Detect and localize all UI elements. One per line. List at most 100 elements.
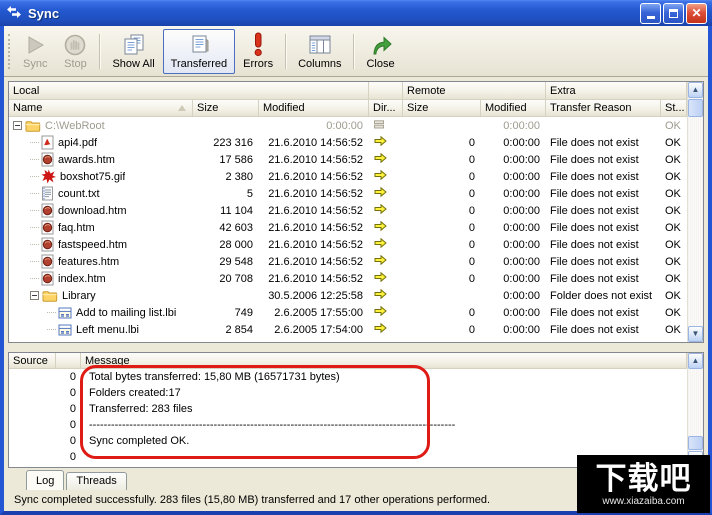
- file-name-label: C:\WebRoot: [45, 120, 105, 132]
- column-header-remote-size[interactable]: Size: [403, 100, 481, 117]
- dir-cell: [369, 220, 403, 235]
- log-row[interactable]: 0Sync completed OK.: [9, 433, 687, 449]
- documents-icon: [121, 32, 147, 57]
- table-row[interactable]: awards.htm17 58621.6.2010 14:56:5200:00:…: [9, 151, 687, 168]
- log-row[interactable]: 0Total bytes transferred: 15,80 MB (1657…: [9, 369, 687, 385]
- log-column-header-source[interactable]: Source: [9, 353, 56, 369]
- table-row[interactable]: api4.pdf223 31621.6.2010 14:56:5200:00:0…: [9, 134, 687, 151]
- maximize-icon: [669, 9, 678, 18]
- htm-icon: [41, 271, 54, 286]
- table-row[interactable]: boxshot75.gif2 38021.6.2010 14:56:5200:0…: [9, 168, 687, 185]
- scroll-down-icon[interactable]: ▼: [688, 326, 703, 342]
- remote-size-cell: 0: [403, 205, 481, 217]
- transfer-reason-cell: File does not exist: [546, 188, 661, 200]
- columns-button[interactable]: Columns: [290, 29, 349, 74]
- table-row[interactable]: faq.htm42 60321.6.2010 14:56:5200:00:00F…: [9, 219, 687, 236]
- remote-modified-cell: 0:00:00: [481, 188, 546, 200]
- transfer-reason-cell: File does not exist: [546, 154, 661, 166]
- table-row[interactable]: Library30.5.2006 12:25:580:00:00Folder d…: [9, 287, 687, 304]
- remote-size-cell: 0: [403, 324, 481, 336]
- status-cell: OK: [661, 307, 687, 319]
- log-row[interactable]: 0Folders created:17: [9, 385, 687, 401]
- file-list-scrollbar[interactable]: ▲ ▼: [687, 82, 703, 342]
- folder-icon: [25, 119, 41, 132]
- transfer-reason-cell: File does not exist: [546, 205, 661, 217]
- window-title: Sync: [28, 6, 59, 21]
- dir-cell: [369, 203, 403, 218]
- log-column-header-count[interactable]: [56, 353, 81, 369]
- scroll-up-icon[interactable]: ▲: [688, 82, 703, 98]
- log-message-cell: ----------------------------------------…: [81, 419, 687, 431]
- column-header-status[interactable]: St...: [661, 100, 687, 117]
- column-header-size[interactable]: Size: [193, 100, 259, 117]
- column-header-dir[interactable]: Dir...: [369, 100, 403, 117]
- show-all-button-label: Show All: [112, 58, 154, 70]
- table-row[interactable]: features.htm29 54821.6.2010 14:56:5200:0…: [9, 253, 687, 270]
- log-count-cell: 0: [56, 435, 81, 447]
- table-row[interactable]: Left menu.lbi2 8542.6.2005 17:54:0000:00…: [9, 321, 687, 338]
- file-modified-cell: 21.6.2010 14:56:52: [259, 137, 369, 149]
- table-row[interactable]: download.htm11 10421.6.2010 14:56:5200:0…: [9, 202, 687, 219]
- close-button[interactable]: ✕: [686, 3, 707, 24]
- group-header-extra[interactable]: Extra: [546, 82, 687, 100]
- panel-splitter[interactable]: [8, 343, 704, 352]
- toolbar-separator: [99, 34, 100, 69]
- expand-toggle[interactable]: [13, 121, 22, 130]
- scroll-up-icon[interactable]: ▲: [688, 353, 703, 369]
- table-row[interactable]: Add to mailing list.lbi7492.6.2005 17:55…: [9, 304, 687, 321]
- scrollbar-thumb[interactable]: [688, 436, 703, 450]
- log-row[interactable]: 0---------------------------------------…: [9, 417, 687, 433]
- transfer-right-arrow-icon: [373, 169, 387, 181]
- file-name-cell: api4.pdf: [9, 135, 193, 150]
- expand-toggle[interactable]: [30, 291, 39, 300]
- close-window-button[interactable]: Close: [358, 29, 402, 74]
- group-header-blank[interactable]: [369, 82, 403, 100]
- sync-button[interactable]: Sync: [15, 29, 55, 74]
- status-cell: OK: [661, 256, 687, 268]
- errors-button[interactable]: Errors: [235, 29, 281, 74]
- play-icon: [23, 32, 47, 57]
- remote-modified-cell: 0:00:00: [481, 154, 546, 166]
- tab-log[interactable]: Log: [26, 470, 64, 490]
- log-column-header-message[interactable]: Message: [81, 353, 687, 369]
- remote-modified-cell: 0:00:00: [481, 273, 546, 285]
- remote-modified-cell: 0:00:00: [481, 324, 546, 336]
- folder-icon: [42, 289, 58, 302]
- group-header-remote[interactable]: Remote: [403, 82, 546, 100]
- remote-size-cell: 0: [403, 171, 481, 183]
- log-row[interactable]: 0Transferred: 283 files: [9, 401, 687, 417]
- transfer-right-arrow-icon: [373, 271, 387, 283]
- file-name-cell: Add to mailing list.lbi: [9, 307, 193, 319]
- scrollbar-track[interactable]: [688, 118, 703, 326]
- column-header-transfer-reason[interactable]: Transfer Reason: [546, 100, 661, 117]
- toolbar-grip[interactable]: [8, 34, 12, 69]
- sync-button-label: Sync: [23, 58, 47, 70]
- transferred-button[interactable]: Transferred: [163, 29, 235, 74]
- stop-button[interactable]: Stop: [55, 29, 95, 74]
- column-header-name[interactable]: Name: [9, 100, 193, 117]
- remote-size-cell: 0: [403, 307, 481, 319]
- column-header-name-label: Name: [13, 102, 42, 114]
- minimize-button[interactable]: [640, 3, 661, 24]
- group-header-local[interactable]: Local: [9, 82, 369, 100]
- table-row[interactable]: count.txt521.6.2010 14:56:5200:00:00File…: [9, 185, 687, 202]
- remote-size-cell: 0: [403, 154, 481, 166]
- table-row[interactable]: index.htm20 70821.6.2010 14:56:5200:00:0…: [9, 270, 687, 287]
- tab-threads[interactable]: Threads: [66, 472, 126, 490]
- scrollbar-track[interactable]: [688, 369, 703, 435]
- htm-icon: [41, 203, 54, 218]
- file-size-cell: 223 316: [193, 137, 259, 149]
- log-scrollbar[interactable]: ▲ ▼: [687, 353, 703, 467]
- tree-connector: [30, 193, 39, 194]
- scrollbar-thumb[interactable]: [688, 99, 703, 117]
- table-row[interactable]: C:\WebRoot0:00:000:00:00OK: [9, 117, 687, 134]
- file-size-cell: 17 586: [193, 154, 259, 166]
- table-row[interactable]: fastspeed.htm28 00021.6.2010 14:56:5200:…: [9, 236, 687, 253]
- maximize-button[interactable]: [663, 3, 684, 24]
- log-message-cell: Sync completed OK.: [81, 435, 687, 447]
- column-header-modified[interactable]: Modified: [259, 100, 369, 117]
- show-all-button[interactable]: Show All: [104, 29, 162, 74]
- app-window: Sync ✕ Sync Stop: [0, 0, 712, 515]
- column-header-remote-modified[interactable]: Modified: [481, 100, 546, 117]
- dir-cell: [369, 119, 403, 133]
